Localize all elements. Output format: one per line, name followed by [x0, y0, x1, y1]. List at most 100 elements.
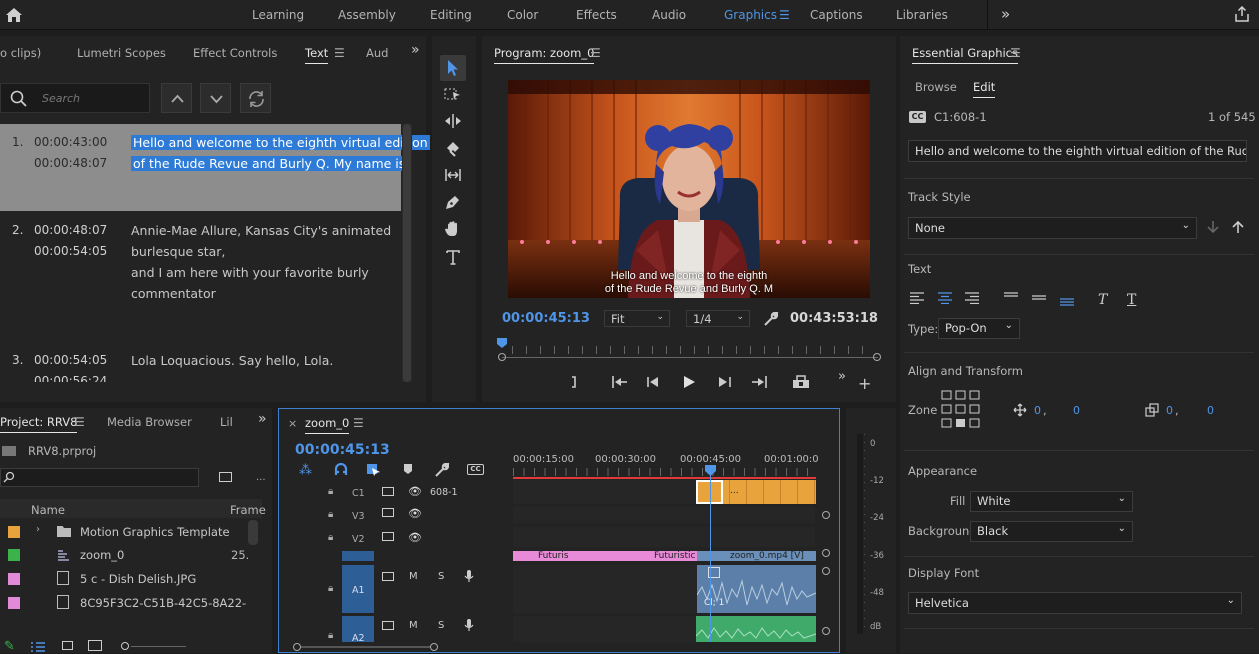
scrubber-end-handle[interactable] — [873, 353, 881, 361]
toggle-sync-lock-icon[interactable] — [382, 532, 394, 541]
push-up-icon[interactable] — [1232, 220, 1244, 234]
workspace-captions[interactable]: Captions — [810, 8, 863, 22]
eye-icon[interactable]: 👁︎ — [408, 485, 422, 498]
mute-button[interactable]: M — [409, 571, 418, 582]
panel-menu-icon[interactable]: ☰ — [74, 415, 85, 429]
track-select-tool-icon[interactable] — [442, 84, 464, 106]
ripple-edit-tool-icon[interactable] — [442, 110, 464, 132]
justify-center-icon[interactable] — [1031, 294, 1047, 304]
solo-button[interactable]: S — [438, 620, 444, 631]
h-scroll-handle[interactable] — [293, 643, 301, 651]
lock-icon[interactable]: 🔒︎ — [328, 583, 333, 594]
list-view-icon[interactable] — [30, 641, 46, 653]
step-forward-icon[interactable] — [717, 375, 733, 389]
captions-display-icon[interactable]: CC — [467, 464, 484, 475]
fit-dropdown[interactable]: Fit ⌄ — [604, 310, 670, 327]
caption-in-time[interactable]: 00:00:48:07 — [34, 223, 107, 237]
settings-wrench-icon[interactable] — [434, 462, 450, 478]
wrench-icon[interactable] — [763, 311, 779, 327]
caption-out-time[interactable]: 00:00:56:24 — [34, 374, 107, 382]
timeline-timecode[interactable]: 00:00:45:13 — [295, 442, 390, 458]
align-center-icon[interactable] — [937, 292, 953, 304]
workspace-learning[interactable]: Learning — [252, 8, 304, 22]
more-tabs-icon[interactable]: » — [411, 42, 420, 58]
audio-clip-a2[interactable] — [696, 616, 816, 642]
position-x[interactable]: 0 — [1034, 404, 1041, 417]
caption-text-field[interactable]: Hello and welcome to the eighth virtual … — [908, 140, 1247, 162]
work-area-bar[interactable] — [513, 477, 816, 479]
tab-clips[interactable]: o clips) — [0, 46, 41, 60]
lock-icon[interactable]: 🔒︎ — [328, 630, 333, 641]
mark-out-icon[interactable] — [568, 375, 580, 389]
lock-icon[interactable]: 🔒︎ — [328, 486, 333, 497]
chevron-right-icon[interactable]: › — [36, 524, 40, 535]
timeline-title[interactable]: zoom_0 — [305, 416, 350, 434]
linked-selection-icon[interactable] — [366, 463, 382, 477]
freeform-view-icon[interactable] — [88, 640, 102, 651]
workspace-menu-icon[interactable]: ☰ — [779, 8, 790, 22]
previous-button[interactable] — [161, 83, 192, 113]
caption-in-time[interactable]: 00:00:43:00 — [34, 135, 107, 149]
pencil-icon[interactable]: ✎ — [4, 639, 15, 654]
solo-button[interactable]: S — [438, 571, 444, 582]
more-workspaces-icon[interactable]: » — [1001, 5, 1010, 23]
workspace-audio[interactable]: Audio — [652, 8, 686, 22]
justify-top-icon[interactable] — [1003, 292, 1019, 302]
a-zoom-handle[interactable] — [822, 627, 830, 635]
caption-text[interactable]: Lola Loquacious. Say hello, Lola. — [131, 350, 333, 371]
next-button[interactable] — [200, 83, 231, 113]
microphone-icon[interactable] — [464, 569, 474, 583]
selection-tool-icon[interactable] — [442, 57, 464, 79]
push-down-icon[interactable] — [1207, 220, 1219, 234]
caption-out-time[interactable]: 00:00:48:07 — [34, 156, 107, 170]
more-icon[interactable]: ... — [256, 472, 266, 483]
fill-dropdown[interactable]: White ⌄ — [970, 491, 1133, 512]
program-scrubber[interactable] — [502, 357, 878, 358]
size-x[interactable]: 0 — [1166, 404, 1173, 417]
v-zoom-handle[interactable] — [822, 549, 830, 557]
align-right-icon[interactable] — [964, 292, 980, 304]
add-marker-icon[interactable] — [403, 463, 413, 475]
column-name[interactable]: Name — [31, 503, 65, 517]
type-tool-icon[interactable] — [442, 246, 464, 268]
replace-icon[interactable] — [240, 83, 271, 113]
panel-menu-icon[interactable]: ☰ — [334, 46, 345, 60]
project-search-input[interactable] — [0, 468, 199, 487]
eye-icon[interactable]: 👁︎ — [408, 507, 422, 520]
export-frame-icon[interactable] — [791, 375, 811, 389]
h-scrollbar[interactable] — [301, 646, 430, 648]
pen-tool-icon[interactable] — [442, 191, 464, 213]
hand-tool-icon[interactable] — [442, 218, 464, 240]
search-input[interactable]: Search — [0, 83, 150, 113]
tab-libraries[interactable]: Lil — [220, 415, 234, 429]
tab-media-browser[interactable]: Media Browser — [107, 415, 192, 429]
add-button-icon[interactable]: + — [858, 374, 871, 393]
zoom-slider[interactable] — [131, 646, 186, 647]
tab-effect-controls[interactable]: Effect Controls — [193, 46, 277, 60]
project-item-folder[interactable]: › Motion Graphics Template — [0, 520, 262, 544]
more-tabs-icon[interactable]: » — [258, 411, 267, 427]
lock-icon[interactable]: 🔒︎ — [328, 532, 333, 543]
program-title[interactable]: Program: zoom_0 — [494, 46, 595, 64]
resolution-dropdown[interactable]: 1/4 ⌄ — [686, 310, 750, 327]
project-item-sequence[interactable]: zoom_0 25. — [0, 544, 262, 568]
column-frame-rate[interactable]: Frame — [230, 503, 266, 517]
new-bin-icon[interactable] — [219, 472, 232, 482]
caption-out-time[interactable]: 00:00:54:05 — [34, 244, 107, 258]
track-v1-target[interactable] — [342, 551, 374, 561]
workspace-libraries[interactable]: Libraries — [896, 8, 948, 22]
project-item-image[interactable]: 5 c - Dish Delish.JPG — [0, 568, 262, 592]
tab-project[interactable]: Project: RRV8 — [0, 415, 78, 433]
scrollbar[interactable] — [402, 124, 412, 382]
slip-tool-icon[interactable] — [442, 164, 464, 186]
icon-view-icon[interactable] — [62, 641, 73, 650]
tab-lumetri-scopes[interactable]: Lumetri Scopes — [77, 46, 166, 60]
italic-icon[interactable]: T — [1098, 292, 1107, 308]
toggle-sync-lock-icon[interactable] — [382, 572, 394, 581]
panel-menu-icon[interactable]: ☰ — [353, 416, 364, 430]
workspace-color[interactable]: Color — [507, 8, 538, 22]
align-left-icon[interactable] — [909, 292, 925, 304]
panel-menu-icon[interactable]: ☰ — [590, 46, 601, 60]
workspace-assembly[interactable]: Assembly — [338, 8, 396, 22]
mute-button[interactable]: M — [409, 620, 418, 631]
